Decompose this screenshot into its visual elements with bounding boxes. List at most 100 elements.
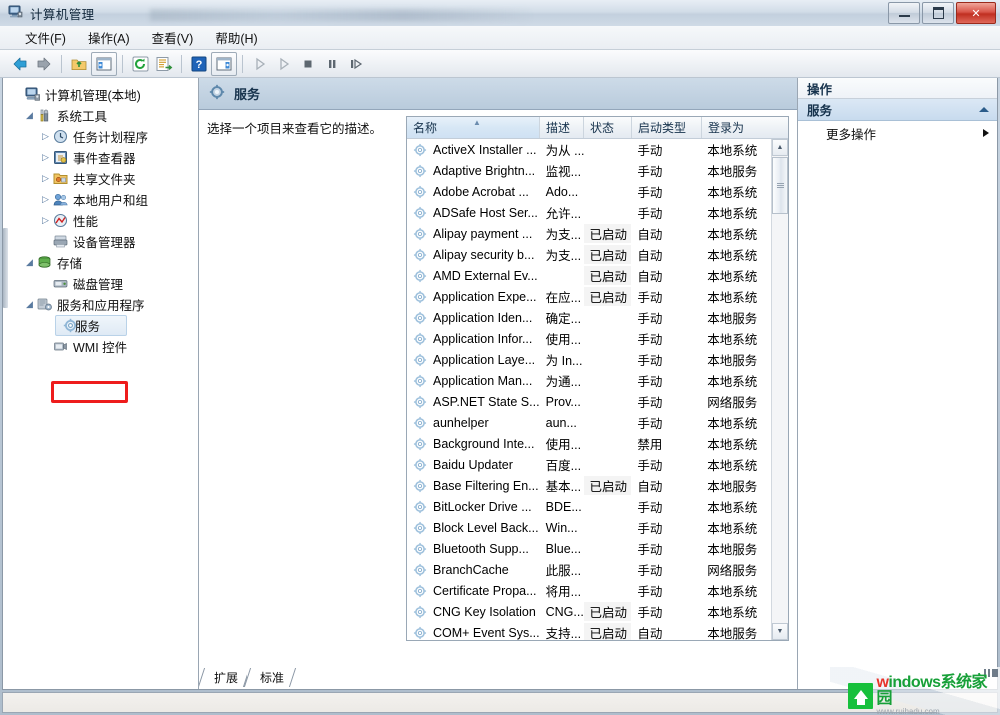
tab-extended[interactable]: 扩展 [199,668,251,687]
scroll-down-button[interactable]: ▼ [772,623,788,640]
twisty-expanded-icon[interactable]: ◢ [23,257,36,268]
cell-startup: 手动 [637,186,663,200]
help-button[interactable]: ? [187,53,211,75]
tree-node-services[interactable]: 服务 [55,315,127,336]
tree-node-root[interactable]: 计算机管理(本地) [3,84,198,105]
table-row[interactable]: COM+ Event Sys... 支持... 已启动 自动 本地服务 [407,622,771,640]
title-bar-blur-overlay [150,9,530,21]
column-header-startup-type[interactable]: 启动类型 [632,117,702,138]
show-hide-action-pane-button[interactable] [211,51,237,76]
refresh-button[interactable] [128,53,152,75]
cell-description: 基本... [545,480,582,494]
table-row[interactable]: Adaptive Brightn... 监视... 手动 本地服务 [407,160,771,181]
action-more-actions[interactable]: 更多操作 [798,121,997,145]
service-gear-icon [413,353,429,367]
table-row[interactable]: ADSafe Host Ser... 允许... 手动 本地系统 [407,202,771,223]
table-row[interactable]: Base Filtering En... 基本... 已启动 自动 本地服务 [407,475,771,496]
service-gear-icon [413,584,429,598]
tree-node-label: 系统工具 [57,110,108,124]
twisty-collapsed-icon[interactable]: ▷ [39,194,52,205]
table-row[interactable]: Certificate Propa... 将用... 手动 本地系统 [407,580,771,601]
forward-button[interactable] [32,53,56,75]
close-button[interactable]: ✕ [956,2,996,24]
table-row[interactable]: Application Expe... 在应... 已启动 手动 本地系统 [407,286,771,307]
column-header-logon-as[interactable]: 登录为 [702,117,772,138]
service-gear-icon [413,185,429,199]
tree-node-device-manager[interactable]: 设备管理器 [3,231,198,252]
twisty-collapsed-icon[interactable]: ▷ [39,173,52,184]
scrollbar-thumb[interactable] [772,157,788,214]
cell-name: Block Level Back... [407,521,540,535]
tree-node-storage[interactable]: ◢ 存储 [3,252,198,273]
back-button[interactable] [8,53,32,75]
table-row[interactable]: Alipay payment ... 为支... 已启动 自动 本地系统 [407,223,771,244]
twisty-expanded-icon[interactable]: ◢ [23,299,36,310]
menu-item-help[interactable]: 帮助(H) [204,25,268,50]
table-row[interactable]: BranchCache 此服... 手动 网络服务 [407,559,771,580]
list-vertical-scrollbar[interactable]: ▲ ▼ [771,139,788,640]
service-description-placeholder: 选择一个项目来查看它的描述。 [207,122,383,136]
twisty-expanded-icon[interactable]: ◢ [23,110,36,121]
cell-logon: 本地服务 [707,480,758,494]
cell-name: Base Filtering En... [407,479,540,493]
column-header-description[interactable]: 描述 [540,117,584,138]
menu-item-action[interactable]: 操作(A) [77,25,141,50]
table-row[interactable]: ActiveX Installer ... 为从 ... 手动 本地系统 [407,139,771,160]
services-list-view: 名称 ▲ 描述 状态 启动类型 登录为 ActiveX Installer ..… [406,116,789,641]
tree-node-performance[interactable]: ▷ 性能 [3,210,198,231]
service-gear-icon [413,416,429,430]
twisty-collapsed-icon[interactable]: ▷ [39,152,52,163]
tree-node-system-tools[interactable]: ◢ 系统工具 [3,105,198,126]
cell-logon: 本地系统 [707,333,758,347]
service-gear-icon [413,563,429,577]
tree-splitter-handle[interactable] [3,228,8,308]
tree-node-wmi-control[interactable]: WMI 控件 [3,336,198,357]
show-hide-console-tree-button[interactable] [91,51,117,76]
column-header-status[interactable]: 状态 [584,117,632,138]
performance-icon [52,213,69,229]
table-row[interactable]: Bluetooth Supp... Blue... 手动 本地服务 [407,538,771,559]
cell-startup: 手动 [637,606,663,620]
caret-up-icon[interactable] [979,107,989,112]
tree-node-event-viewer[interactable]: ▷ 事件查看器 [3,147,198,168]
maximize-button[interactable] [922,2,954,24]
table-row[interactable]: ASP.NET State S... Prov... 手动 网络服务 [407,391,771,412]
table-row[interactable]: Block Level Back... Win... 手动 本地系统 [407,517,771,538]
up-one-level-button[interactable] [67,53,91,75]
menu-item-view[interactable]: 查看(V) [141,25,205,50]
column-header-label: 状态 [590,121,615,135]
table-row[interactable]: CNG Key Isolation CNG... 已启动 手动 本地系统 [407,601,771,622]
scroll-up-button[interactable]: ▲ [772,139,788,156]
details-pane-title: 服务 [234,87,261,102]
tree-node-services-applications[interactable]: ◢ 服务和应用程序 [3,294,198,315]
tree-node-disk-management[interactable]: 磁盘管理 [3,273,198,294]
minimize-button[interactable] [888,2,920,24]
tab-standard[interactable]: 标准 [243,668,297,687]
table-row[interactable]: BitLocker Drive ... BDE... 手动 本地系统 [407,496,771,517]
table-row[interactable]: Application Iden... 确定... 手动 本地服务 [407,307,771,328]
tree-node-task-scheduler[interactable]: ▷ 任务计划程序 [3,126,198,147]
tree-node-local-users-groups[interactable]: ▷ 本地用户和组 [3,189,198,210]
column-header-name[interactable]: 名称 ▲ [407,117,540,138]
disk-icon [52,276,69,292]
table-row[interactable]: Adobe Acrobat ... Ado... 手动 本地系统 [407,181,771,202]
twisty-collapsed-icon[interactable]: ▷ [39,131,52,142]
menu-item-file[interactable]: 文件(F) [14,25,77,50]
table-row[interactable]: Baidu Updater 百度... 手动 本地系统 [407,454,771,475]
table-row[interactable]: Application Laye... 为 In... 手动 本地服务 [407,349,771,370]
tree-node-label: 任务计划程序 [73,131,149,145]
tree-node-shared-folders[interactable]: ▷ 共享文件夹 [3,168,198,189]
table-row[interactable]: Background Inte... 使用... 禁用 本地系统 [407,433,771,454]
table-row[interactable]: AMD External Ev... 已启动 自动 本地系统 [407,265,771,286]
scroll-up-icon: ▲ [776,144,784,151]
table-row[interactable]: aunhelper aun... 手动 本地系统 [407,412,771,433]
table-row[interactable]: Alipay security b... 为支... 已启动 自动 本地系统 [407,244,771,265]
table-row[interactable]: Application Infor... 使用... 手动 本地系统 [407,328,771,349]
twisty-collapsed-icon[interactable]: ▷ [39,215,52,226]
export-list-button[interactable] [152,53,176,75]
service-name-label: Adobe Acrobat ... [433,184,529,199]
table-row[interactable]: Application Man... 为通... 手动 本地系统 [407,370,771,391]
actions-group-services[interactable]: 服务 [798,99,997,121]
maximize-icon [932,7,944,19]
cell-startup: 自动 [637,270,663,284]
